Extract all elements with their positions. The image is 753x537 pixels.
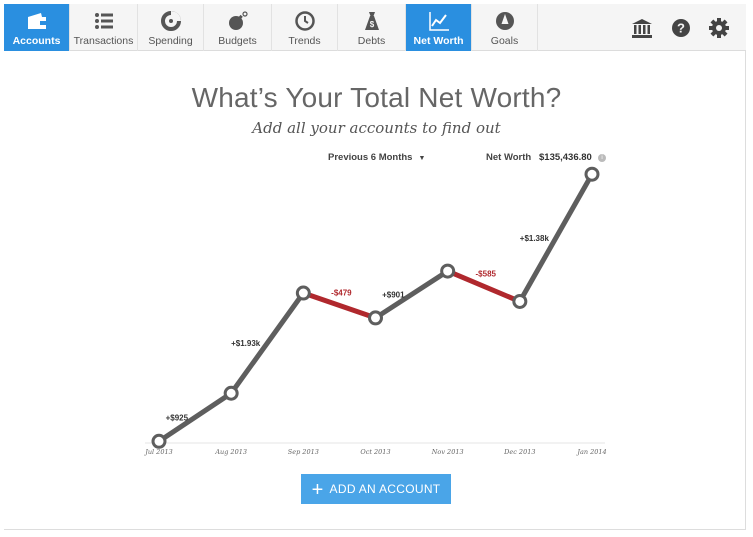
add-account-label: ADD AN ACCOUNT [329, 482, 441, 496]
x-tick-label: Nov 2013 [431, 448, 464, 456]
change-label: +$1.38k [520, 234, 550, 243]
change-label: +$925 [166, 413, 189, 422]
x-tick-label: Oct 2013 [360, 448, 390, 456]
data-point [151, 433, 167, 449]
data-point [584, 166, 600, 182]
x-tick-label: Jul 2013 [143, 448, 172, 456]
change-label: +$901 [382, 290, 405, 299]
data-point [368, 310, 383, 326]
data-point [295, 285, 311, 301]
x-tick-label: Aug 2013 [214, 448, 247, 456]
add-account-button[interactable]: + ADD AN ACCOUNT [301, 474, 451, 504]
change-label: +$1.93k [231, 339, 261, 348]
x-tick-label: Dec 2013 [503, 448, 535, 456]
data-point [512, 293, 528, 309]
change-label: -$479 [331, 288, 352, 297]
data-point [440, 263, 456, 279]
plus-icon: + [311, 479, 324, 501]
net-worth-chart: +$925 +$1.93k -$479 +$901 -$585 +$1.38k Jul 20… [143, 166, 607, 456]
x-tick-label: Sep 2013 [288, 448, 319, 456]
x-tick-label: Jan 2014 [575, 448, 606, 456]
change-label: -$585 [476, 269, 497, 278]
data-point [223, 385, 239, 401]
